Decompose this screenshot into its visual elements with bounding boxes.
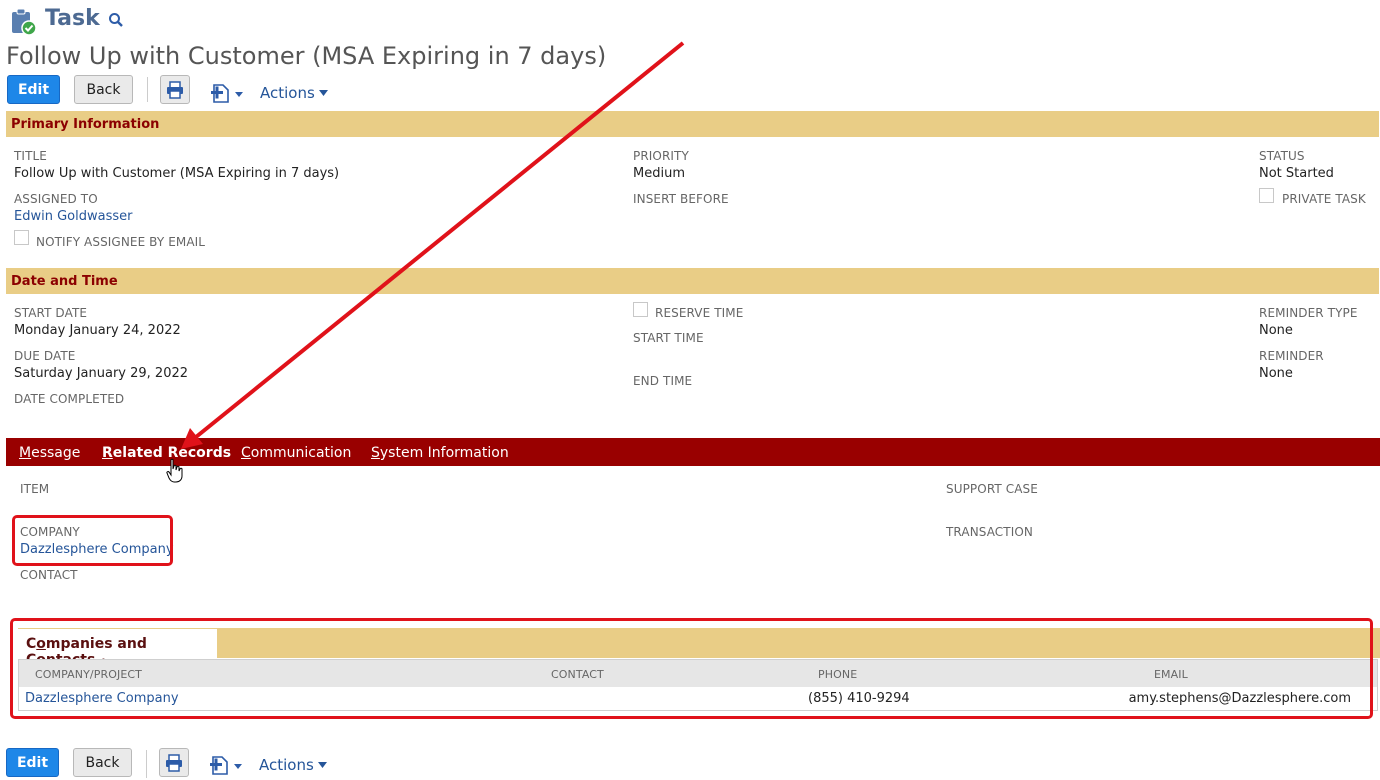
annotation-arrow: [181, 41, 685, 449]
hand-cursor-icon: [166, 458, 184, 484]
